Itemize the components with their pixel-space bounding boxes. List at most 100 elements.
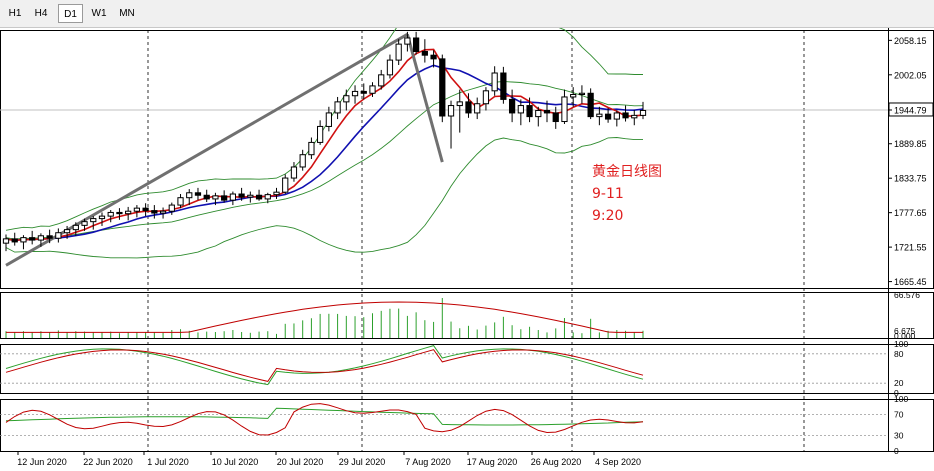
panel-main-frame bbox=[0, 30, 934, 289]
candle-bull bbox=[378, 74, 385, 87]
candle-bull bbox=[72, 224, 79, 231]
candle-bull bbox=[517, 105, 524, 114]
candle-bull bbox=[404, 37, 411, 45]
candle-bull bbox=[317, 125, 324, 143]
candle-bull bbox=[596, 113, 603, 118]
candle-bear bbox=[508, 98, 516, 114]
timeframe-h1-button[interactable]: H1 bbox=[4, 4, 26, 23]
candle-bear bbox=[413, 37, 420, 52]
candle-bull bbox=[212, 195, 219, 200]
candle-bear bbox=[194, 192, 202, 196]
candle-bear bbox=[255, 194, 263, 200]
timeframe-toolbar: H1 H4 D1 W1 MN bbox=[0, 0, 934, 28]
timeframe-d1-button[interactable]: D1 bbox=[58, 4, 83, 23]
candle-bull bbox=[2, 238, 10, 244]
chart-note-line: 9:20 bbox=[592, 208, 623, 224]
candle-bull bbox=[561, 96, 568, 123]
timeframe-w1-button[interactable]: W1 bbox=[86, 4, 112, 23]
date-tick-label: 29 Jul 2020 bbox=[339, 457, 386, 467]
candle-bear bbox=[552, 112, 559, 123]
candle-bull bbox=[369, 85, 376, 94]
candle-bear bbox=[29, 237, 36, 241]
candle-bear bbox=[587, 92, 594, 118]
price-tick-label: 1833.75 bbox=[894, 174, 927, 184]
candle-bull bbox=[247, 194, 254, 198]
candle-bear bbox=[421, 51, 428, 56]
candle-bull bbox=[613, 112, 620, 120]
chart-note-line: 黄金日线图 bbox=[592, 163, 662, 180]
candle-bull bbox=[168, 204, 175, 212]
volume-ma-line bbox=[6, 301, 643, 333]
candle-bull bbox=[186, 192, 193, 199]
stochastic-axis-label: 80 bbox=[894, 349, 904, 359]
candle-bear bbox=[526, 105, 533, 118]
candle-bull bbox=[98, 215, 106, 220]
candle-bull bbox=[535, 109, 542, 118]
candle-bear bbox=[46, 235, 53, 239]
candle-bull bbox=[290, 166, 298, 179]
price-tick-label: 1721.55 bbox=[894, 243, 927, 253]
date-tick-label: 17 Aug 2020 bbox=[467, 457, 518, 467]
candle-bull bbox=[90, 218, 97, 223]
stochastic-axis-label: 100 bbox=[894, 339, 908, 349]
candle-bull bbox=[133, 207, 141, 212]
price-chart[interactable]: 2058.15 2002.05 1944.79 1889.85 1833.75 1777.… bbox=[0, 28, 934, 471]
candle-bull bbox=[125, 210, 132, 215]
date-tick-label: 4 Sep 2020 bbox=[595, 457, 641, 467]
candle-bear bbox=[439, 58, 446, 117]
candle-bull bbox=[570, 94, 577, 98]
candle-bull bbox=[107, 211, 114, 217]
candle-bull bbox=[343, 95, 350, 103]
candle-bull bbox=[282, 177, 289, 193]
panel-vol-frame bbox=[0, 292, 934, 339]
chart-note-line: 9-11 bbox=[592, 186, 624, 202]
candle-bull bbox=[395, 43, 402, 61]
candle-bull bbox=[20, 237, 27, 243]
candle-bear bbox=[238, 193, 245, 198]
date-tick-label: 22 Jun 2020 bbox=[83, 457, 133, 467]
rsi-axis-label: 0 bbox=[894, 446, 899, 456]
candle-bull bbox=[447, 105, 455, 117]
candle-bull bbox=[55, 232, 62, 239]
candle-bear bbox=[622, 112, 629, 119]
candle-bear bbox=[604, 113, 612, 120]
price-tick-label: 1889.85 bbox=[894, 139, 927, 149]
price-tick-label: 2058.15 bbox=[894, 36, 927, 46]
candle-bull bbox=[229, 193, 236, 201]
candle-bull bbox=[37, 235, 45, 241]
candle-bull bbox=[334, 101, 341, 114]
candle-bull bbox=[578, 92, 586, 96]
date-tick-label: 7 Aug 2020 bbox=[405, 457, 451, 467]
price-tick-label: 1944.79 bbox=[894, 105, 927, 115]
date-tick-label: 1 Jul 2020 bbox=[147, 457, 189, 467]
date-tick-label: 26 Aug 2020 bbox=[531, 457, 582, 467]
rsi-axis-label: 70 bbox=[894, 410, 904, 420]
candle-bull bbox=[299, 154, 306, 168]
price-tick-label: 2002.05 bbox=[894, 70, 927, 80]
bollinger-lower-band bbox=[5, 137, 644, 259]
candle-bull bbox=[456, 101, 463, 107]
rsi-signal-line bbox=[5, 407, 644, 426]
candle-bear bbox=[360, 90, 367, 94]
rsi-axis-label: 100 bbox=[894, 394, 908, 404]
candle-bear bbox=[500, 72, 507, 100]
candle-bull bbox=[491, 72, 498, 92]
candle-bull bbox=[482, 90, 490, 105]
rsi-main-line bbox=[5, 403, 644, 436]
candle-bull bbox=[351, 90, 359, 97]
timeframe-mn-button[interactable]: MN bbox=[114, 4, 140, 23]
panel-rsi-frame bbox=[0, 399, 934, 452]
timeframe-h4-button[interactable]: H4 bbox=[30, 4, 52, 23]
price-tick-label: 1777.65 bbox=[894, 208, 927, 218]
stochastic-signal-line bbox=[5, 349, 644, 382]
candle-bull bbox=[273, 191, 280, 196]
candle-bull bbox=[325, 112, 332, 127]
candle-bear bbox=[543, 109, 551, 114]
candle-bear bbox=[430, 54, 437, 60]
candle-bull bbox=[264, 194, 271, 200]
date-tick-label: 20 Jul 2020 bbox=[277, 457, 324, 467]
candle-bull bbox=[81, 221, 88, 226]
candle-bull bbox=[308, 141, 315, 156]
candle-bear bbox=[221, 195, 228, 201]
candle-bull bbox=[386, 59, 394, 76]
